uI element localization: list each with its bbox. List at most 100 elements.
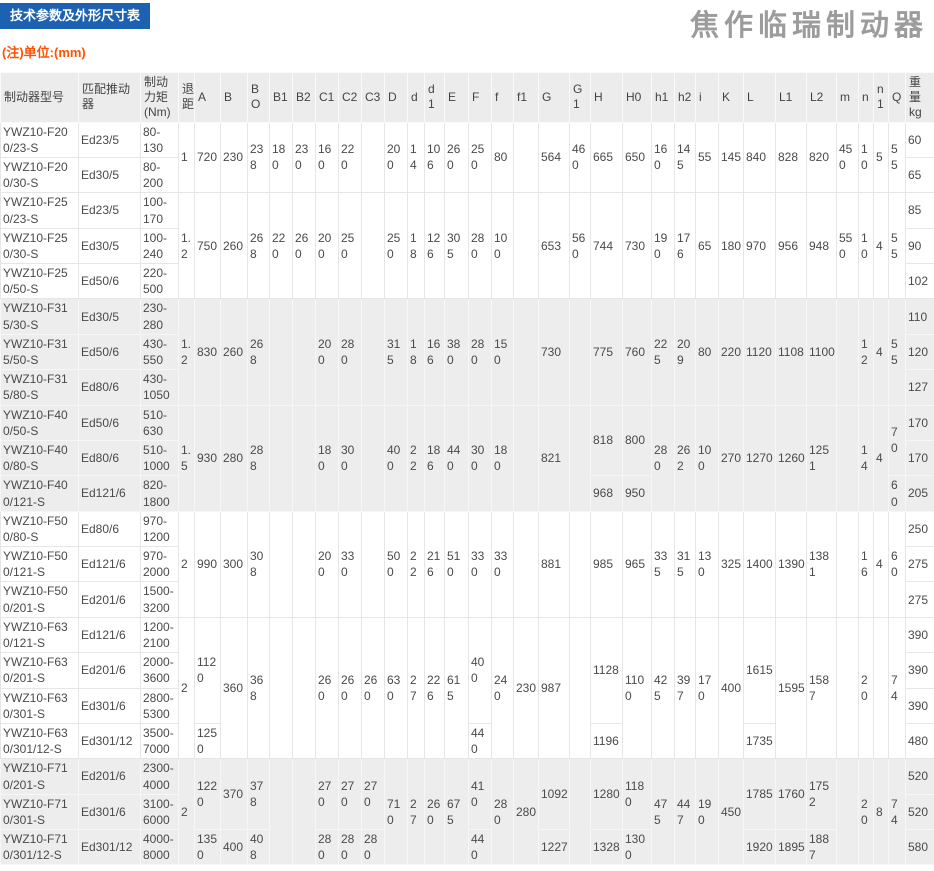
spec-cell: 408: [248, 830, 270, 865]
spec-cell: 225: [652, 299, 675, 405]
spec-cell: 74: [889, 617, 906, 759]
spec-cell: Ed50/6: [79, 405, 141, 440]
spec-cell: 4000-8000: [141, 830, 179, 865]
spec-cell: 564: [539, 122, 570, 193]
spec-cell: [270, 299, 293, 405]
spec-cell: 970: [744, 193, 776, 299]
column-header: L: [744, 72, 776, 122]
spec-cell: 216: [425, 511, 445, 617]
column-header: D: [385, 72, 408, 122]
spec-cell: 830: [195, 299, 221, 405]
spec-cell: 580: [906, 830, 934, 865]
spec-cell: [837, 617, 859, 759]
spec-cell: [514, 299, 539, 405]
spec-cell: 1260: [776, 405, 807, 511]
spec-cell: 200: [385, 122, 408, 193]
column-header: n: [859, 72, 874, 122]
spec-cell: 260: [221, 299, 248, 405]
spec-cell: 160: [652, 122, 675, 193]
spec-cell: [362, 193, 385, 299]
spec-cell: 1895: [776, 830, 807, 865]
spec-cell: 1328: [591, 830, 623, 865]
spec-cell: 27: [408, 759, 425, 865]
spec-cell: 100: [492, 193, 514, 299]
spec-cell: 120: [906, 334, 934, 369]
spec-cell: 430-550: [141, 334, 179, 369]
spec-cell: 250: [385, 193, 408, 299]
spec-cell: 750: [195, 193, 221, 299]
column-header: B1: [270, 72, 293, 122]
spec-cell: 956: [776, 193, 807, 299]
spec-cell: 22: [408, 511, 425, 617]
model-cell: YWZ10-F630/301/12-S: [1, 723, 79, 758]
spec-cell: 1400: [744, 511, 776, 617]
column-header: h2: [675, 72, 696, 122]
spec-cell: 560: [570, 193, 591, 299]
spec-cell: 280: [316, 830, 339, 865]
spec-cell: 315: [385, 299, 408, 405]
spec-cell: 450: [837, 122, 859, 193]
spec-cell: 300: [339, 405, 362, 511]
column-header: Q: [889, 72, 906, 122]
spec-cell: 1587: [807, 617, 837, 759]
spec-cell: 4: [874, 511, 889, 617]
column-header: L1: [776, 72, 807, 122]
spec-cell: 480: [906, 723, 934, 758]
column-header: C2: [339, 72, 362, 122]
spec-cell: 1100: [807, 299, 837, 405]
spec-cell: 360: [221, 617, 248, 759]
spec-cell: 930: [195, 405, 221, 511]
spec-cell: 5: [874, 122, 889, 193]
spec-cell: 710: [385, 759, 408, 865]
spec-cell: 280: [652, 405, 675, 511]
spec-cell: Ed23/5: [79, 122, 141, 157]
spec-cell: [293, 511, 316, 617]
spec-cell: 220: [719, 299, 744, 405]
spec-cell: 145: [719, 122, 744, 193]
spec-cell: 180: [492, 405, 514, 511]
column-header: L2: [807, 72, 837, 122]
spec-cell: 460: [570, 122, 591, 193]
spec-cell: 65: [906, 157, 934, 192]
spec-cell: 965: [623, 511, 652, 617]
model-cell: YWZ10-F710/301/12-S: [1, 830, 79, 865]
spec-cell: 968: [591, 476, 623, 511]
column-header: C3: [362, 72, 385, 122]
spec-cell: 828: [776, 122, 807, 193]
spec-cell: [837, 299, 859, 405]
spec-cell: 240: [492, 617, 514, 759]
column-header: n1: [874, 72, 889, 122]
spec-cell: 1595: [776, 617, 807, 759]
spec-cell: 653: [539, 193, 570, 299]
column-header: 匹配推动器: [79, 72, 141, 122]
spec-cell: 200: [316, 193, 339, 299]
spec-cell: 20: [859, 759, 874, 865]
column-header: 制动力矩(Nm): [141, 72, 179, 122]
spec-cell: 1752: [807, 759, 837, 830]
spec-cell: [570, 299, 591, 405]
spec-cell: 190: [696, 759, 719, 865]
spec-cell: Ed301/12: [79, 723, 141, 758]
column-header: G1: [570, 72, 591, 122]
column-header: d1: [425, 72, 445, 122]
spec-cell: 150: [492, 299, 514, 405]
spec-cell: 447: [675, 759, 696, 865]
spec-cell: 2: [179, 511, 195, 617]
model-cell: YWZ10-F500/121-S: [1, 547, 79, 582]
spec-cell: 160: [316, 122, 339, 193]
column-header: d: [408, 72, 425, 122]
spec-cell: 440: [469, 723, 492, 758]
spec-cell: 315: [675, 511, 696, 617]
spec-cell: 22: [408, 405, 425, 511]
spec-cell: 1120: [744, 299, 776, 405]
spec-cell: 18: [408, 193, 425, 299]
spec-cell: Ed301/12: [79, 830, 141, 865]
spec-cell: 260: [293, 193, 316, 299]
spec-cell: 300: [469, 405, 492, 511]
spec-cell: 2800-5300: [141, 688, 179, 723]
spec-cell: 1390: [776, 511, 807, 617]
spec-cell: 987: [539, 617, 570, 759]
spec-cell: [362, 511, 385, 617]
spec-cell: 970-2000: [141, 547, 179, 582]
spec-cell: [837, 511, 859, 617]
